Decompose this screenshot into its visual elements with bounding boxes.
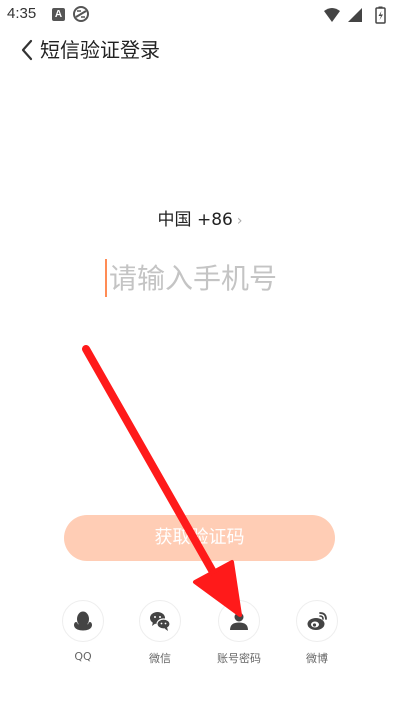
wechat-icon-circle	[139, 600, 181, 642]
country-code-label: 中国 +86	[157, 210, 233, 230]
wifi-icon	[324, 8, 340, 22]
data-saver-icon	[73, 6, 89, 22]
wechat-icon	[150, 612, 171, 631]
phone-number-input[interactable]	[105, 258, 359, 298]
login-option-qq[interactable]: QQ	[53, 600, 113, 663]
weibo-icon	[307, 612, 327, 630]
country-code-selector[interactable]: 中国 +86 ›	[0, 205, 400, 230]
third-party-login-options: QQ 微信 账号密码 微博	[0, 600, 400, 670]
battery-charging-icon	[375, 6, 386, 24]
cell-signal-icon	[348, 8, 362, 22]
login-option-label: 微信	[149, 652, 171, 665]
login-option-account-password[interactable]: 账号密码	[209, 600, 269, 666]
status-time: 4:35	[7, 5, 37, 22]
login-option-label: 微博	[306, 652, 328, 665]
login-option-weibo[interactable]: 微博	[287, 600, 347, 666]
page-title: 短信验证登录	[40, 38, 160, 62]
status-bar: 4:35 A	[0, 0, 400, 28]
login-option-wechat[interactable]: 微信	[130, 600, 190, 666]
status-right-icons	[324, 6, 386, 24]
login-option-label: QQ	[74, 650, 92, 663]
login-option-label: 账号密码	[217, 652, 261, 665]
a-box-icon: A	[52, 8, 65, 21]
weibo-icon-circle	[296, 600, 338, 642]
chevron-right-icon: ›	[236, 213, 243, 229]
get-code-button[interactable]: 获取验证码	[64, 515, 335, 561]
qq-icon	[74, 611, 92, 631]
header: 短信验证登录	[0, 30, 400, 70]
qq-icon-circle	[62, 600, 104, 642]
user-icon-circle	[218, 600, 260, 642]
chevron-left-icon[interactable]	[16, 36, 38, 64]
user-icon	[230, 612, 248, 630]
